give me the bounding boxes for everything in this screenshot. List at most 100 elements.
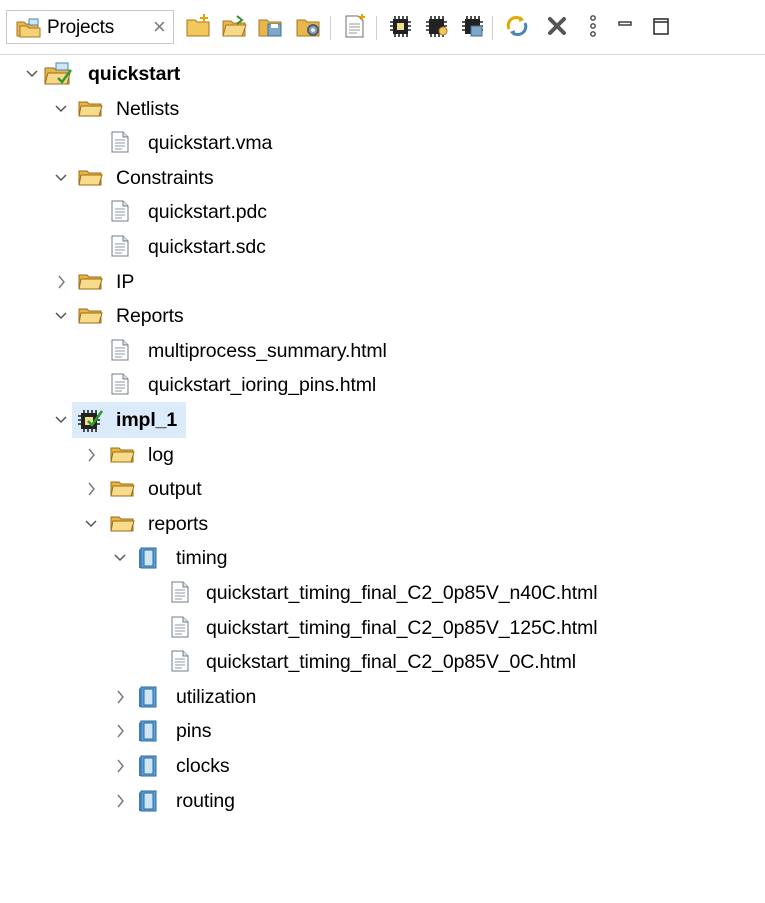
projects-toolbar: Projects × [0, 0, 765, 55]
run-synthesis-icon[interactable] [386, 12, 416, 42]
tree-node-label: quickstart [88, 63, 181, 85]
tree-node-label: quickstart_ioring_pins.html [148, 374, 377, 397]
file-icon [110, 131, 130, 158]
project-icon [44, 62, 74, 91]
file-icon [170, 650, 190, 677]
implementation-chip-icon [76, 408, 104, 439]
chevron-right-icon[interactable] [54, 272, 68, 292]
chevron-right-icon[interactable] [113, 756, 127, 776]
tree-node-label: Reports [116, 305, 184, 328]
tree-node[interactable]: impl_1 [0, 402, 765, 439]
chevron-right-icon[interactable] [84, 479, 98, 499]
tree-node[interactable]: quickstart_timing_final_C2_0p85V_125C.ht… [0, 611, 765, 645]
chevron-right-icon[interactable] [113, 687, 127, 707]
chevron-down-icon[interactable] [84, 514, 98, 534]
folder-icon [110, 443, 136, 470]
report-book-icon [138, 719, 160, 748]
tab-projects[interactable]: Projects × [6, 10, 174, 44]
tree-node[interactable]: IP [0, 265, 765, 299]
chevron-right-icon[interactable] [113, 791, 127, 811]
chevron-down-icon[interactable] [113, 548, 127, 568]
toolbar-separator [330, 16, 331, 40]
folder-icon [110, 477, 136, 504]
tree-node-label: quickstart_timing_final_C2_0p85V_0C.html [206, 651, 576, 674]
file-icon [110, 339, 130, 366]
chevron-down-icon[interactable] [54, 410, 68, 430]
project-settings-icon[interactable] [294, 12, 324, 42]
projects-icon [16, 18, 42, 43]
new-file-icon[interactable] [340, 12, 370, 42]
report-book-icon [138, 546, 160, 575]
tree-node-label: quickstart_timing_final_C2_0p85V_125C.ht… [206, 616, 598, 639]
new-project-icon[interactable] [184, 12, 214, 42]
tree-node[interactable]: routing [0, 784, 765, 818]
tree-node[interactable]: reports [0, 507, 765, 541]
tree-node[interactable]: log [0, 438, 765, 472]
tree-node-label: timing [176, 547, 228, 570]
file-icon [110, 200, 130, 227]
project-tree: quickstart Netlists quickstart.vma Constrai… [0, 55, 765, 903]
report-book-icon [138, 685, 160, 714]
tree-node[interactable]: output [0, 472, 765, 506]
tree-node[interactable]: multiprocess_summary.html [0, 334, 765, 368]
tree-node[interactable]: Reports [0, 299, 765, 333]
toolbar-separator [376, 16, 377, 40]
tree-node[interactable]: utilization [0, 680, 765, 714]
tree-node-label: reports [148, 512, 208, 535]
tree-node-label: output [148, 478, 202, 501]
tree-node[interactable]: clocks [0, 749, 765, 783]
folder-icon [110, 512, 136, 539]
chevron-down-icon[interactable] [54, 99, 68, 119]
tree-node-label: pins [176, 720, 212, 743]
chevron-right-icon[interactable] [113, 721, 127, 741]
tree-node-label: log [148, 443, 174, 466]
tree-node-label: quickstart.vma [148, 132, 273, 155]
report-book-icon [138, 789, 160, 818]
chevron-right-icon[interactable] [84, 445, 98, 465]
folder-icon [78, 166, 104, 193]
chevron-down-icon[interactable] [25, 64, 39, 84]
chevron-down-icon[interactable] [54, 306, 68, 326]
tree-node-label: impl_1 [116, 409, 178, 431]
save-implementation-icon[interactable] [458, 12, 488, 42]
tree-node-label: clocks [176, 755, 230, 777]
tree-node[interactable]: Netlists [0, 92, 765, 126]
tree-node-label: Netlists [116, 97, 180, 120]
tree-node-label: routing [176, 789, 235, 812]
save-project-icon[interactable] [256, 12, 286, 42]
tree-node[interactable]: quickstart_ioring_pins.html [0, 368, 765, 402]
refresh-icon[interactable] [502, 12, 532, 42]
open-project-icon[interactable] [220, 12, 250, 42]
toolbar-separator [492, 16, 493, 40]
chevron-down-icon[interactable] [54, 168, 68, 188]
tree-node-label: utilization [176, 685, 257, 708]
tree-node-label: IP [116, 270, 135, 293]
tree-node[interactable]: quickstart_timing_final_C2_0p85V_n40C.ht… [0, 576, 765, 610]
tree-node[interactable]: Constraints [0, 161, 765, 195]
tree-node[interactable]: quickstart.sdc [0, 230, 765, 264]
tree-node[interactable]: quickstart_timing_final_C2_0p85V_0C.html [0, 645, 765, 679]
folder-icon [78, 304, 104, 331]
close-icon[interactable]: × [153, 13, 166, 41]
maximize-icon[interactable] [646, 12, 676, 42]
tree-node-label: quickstart_timing_final_C2_0p85V_n40C.ht… [206, 582, 598, 604]
tree-node[interactable]: pins [0, 714, 765, 748]
tree-node[interactable]: timing [0, 541, 765, 575]
view-menu-icon[interactable] [578, 12, 608, 42]
tree-node-label: quickstart.pdc [148, 201, 267, 224]
run-implementation-icon[interactable] [422, 12, 452, 42]
tree-node-label: multiprocess_summary.html [148, 339, 387, 362]
minimize-icon[interactable] [610, 12, 640, 42]
tree-node[interactable]: quickstart.pdc [0, 195, 765, 229]
tree-node-label: Constraints [116, 166, 214, 189]
file-icon [110, 373, 130, 400]
tree-node-label: quickstart.sdc [148, 236, 266, 258]
delete-icon[interactable] [542, 12, 572, 42]
tree-node[interactable]: quickstart.vma [0, 126, 765, 160]
folder-icon [78, 97, 104, 124]
file-icon [170, 581, 190, 608]
tree-node[interactable]: quickstart [0, 57, 765, 91]
tab-projects-label: Projects [47, 17, 115, 38]
folder-icon [78, 270, 104, 297]
file-icon [170, 616, 190, 643]
